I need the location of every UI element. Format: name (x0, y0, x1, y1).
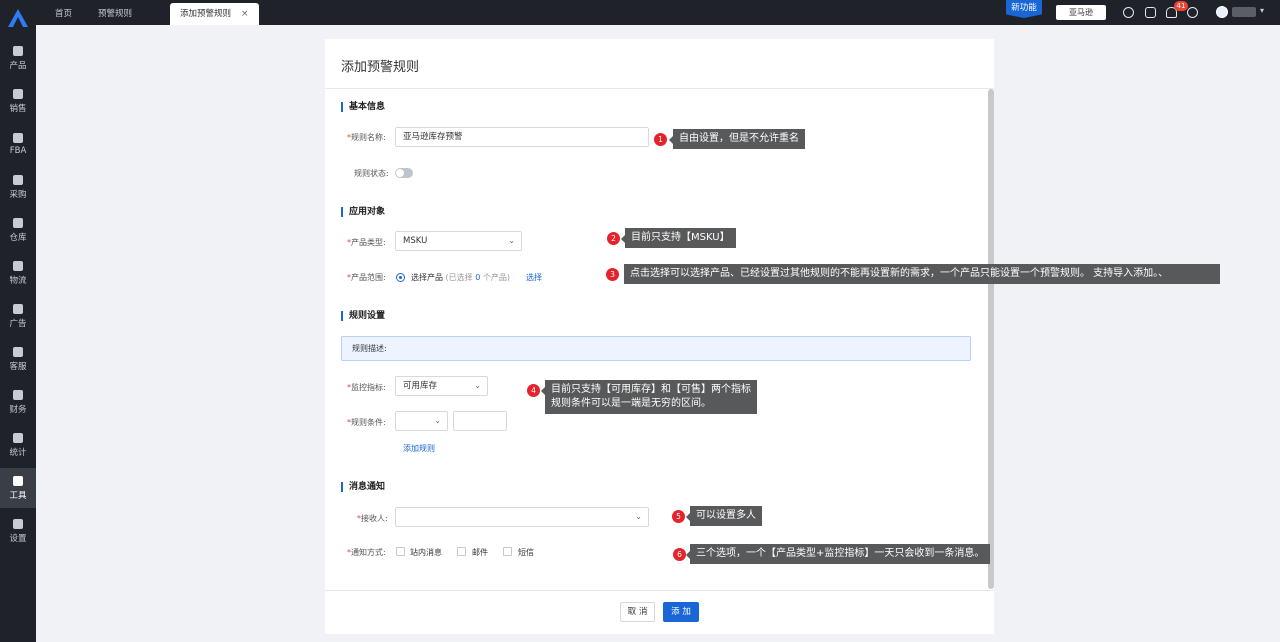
condition-label: *规则条件: (347, 418, 386, 427)
annotation-note: 可以设置多人 (686, 506, 762, 526)
condition-value-input[interactable] (453, 411, 507, 431)
chevron-down-icon: ⌄ (474, 381, 481, 390)
sms-checkbox[interactable] (503, 547, 512, 556)
rule-status-toggle[interactable] (395, 168, 413, 178)
in-site-message-label: 站内消息 (410, 548, 442, 557)
user-name-blurred[interactable] (1232, 7, 1256, 17)
ad-icon (13, 303, 23, 314)
purchase-icon (13, 174, 23, 185)
sidebar-item-warehouse[interactable]: 仓库 (0, 210, 36, 250)
sidebar-item-service[interactable]: 客服 (0, 339, 36, 379)
condition-operator-select[interactable]: ⌄ (395, 411, 448, 431)
product-type-select[interactable]: MSKU ⌄ (395, 231, 522, 251)
finance-icon (13, 389, 23, 400)
cancel-button[interactable]: 取 消 (620, 602, 655, 622)
sidebar-item-purchase[interactable]: 采购 (0, 167, 36, 207)
sidebar-item-ad[interactable]: 广告 (0, 296, 36, 336)
annotation-number: 1 (654, 133, 667, 146)
metric-select[interactable]: 可用库存 ⌄ (395, 376, 488, 396)
add-rule-link[interactable]: 添加规则 (403, 443, 435, 454)
sidebar-item-sales[interactable]: 销售 (0, 81, 36, 121)
download-icon[interactable] (1123, 7, 1134, 18)
section-apply-target: 应用对象 (341, 207, 385, 217)
annotation-number: 2 (607, 232, 620, 245)
scrollbar[interactable] (988, 89, 994, 589)
section-basic-info: 基本信息 (341, 102, 385, 112)
receiver-select[interactable]: ⌄ (395, 507, 649, 527)
notify-method-label: *通知方式: (347, 548, 386, 557)
amazon-store-button[interactable]: 亚马逊 (1056, 5, 1106, 20)
stats-icon (13, 432, 23, 443)
email-checkbox[interactable] (457, 547, 466, 556)
annotation-number: 6 (673, 548, 686, 561)
notification-count-badge: 41 (1174, 1, 1188, 11)
receiver-label: *接收人: (357, 514, 388, 523)
annotation-number: 5 (672, 510, 685, 523)
tab-add-alert-rule[interactable]: 添加预警规则 × (170, 3, 259, 25)
help-icon[interactable] (1187, 7, 1198, 18)
annotation-note: 自由设置，但是不允许重名 (669, 129, 805, 149)
top-bar: 首页 预警规则 添加预警规则 × 新功能 亚马逊 41 ▾ (36, 0, 1280, 25)
sidebar-item-fba[interactable]: FBA (0, 124, 36, 164)
sales-icon (13, 88, 23, 99)
rule-status-label: 规则状态: (354, 169, 389, 178)
new-feature-badge[interactable]: 新功能 (1006, 0, 1042, 18)
sidebar-item-logistics[interactable]: 物流 (0, 253, 36, 293)
select-product-option: 选择产品 (已选择 0 个产品) (411, 273, 510, 282)
avatar[interactable] (1216, 6, 1228, 18)
in-site-message-checkbox[interactable] (396, 547, 405, 556)
divider (325, 590, 994, 591)
annotation-number: 3 (606, 268, 619, 281)
tab-alert-rules[interactable]: 预警规则 (88, 3, 142, 25)
chevron-down-icon: ⌄ (635, 512, 642, 521)
add-button[interactable]: 添 加 (663, 602, 699, 622)
tab-home[interactable]: 首页 (45, 3, 82, 25)
settings-icon (13, 518, 23, 529)
annotation-note: 点击选择可以选择产品、已经设置过其他规则的不能再设置新的需求，一个产品只能设置一… (624, 264, 1220, 284)
annotation-note: 目前只支持【MSKU】 (621, 228, 736, 248)
rule-name-input[interactable]: 亚马逊库存预警 (395, 127, 649, 147)
rule-description: 规则描述: (341, 336, 971, 361)
annotation-number: 4 (527, 384, 540, 397)
email-label: 邮件 (472, 548, 488, 557)
tools-icon (13, 475, 23, 486)
sidebar-item-tools[interactable]: 工具 (0, 468, 36, 508)
annotation-note: 目前只支持【可用库存】和【可售】两个指标 规则条件可以是一端是无穷的区间。 (541, 380, 757, 414)
warehouse-icon (13, 217, 23, 228)
sidebar: 产品 销售 FBA 采购 仓库 物流 广告 客服 财务 统计 工具 设置 (0, 0, 36, 642)
chevron-down-icon[interactable]: ▾ (1260, 6, 1264, 15)
fba-icon (13, 132, 23, 143)
metric-label: *监控指标: (347, 383, 386, 392)
chevron-down-icon: ⌄ (434, 416, 441, 425)
product-icon (13, 45, 23, 56)
chevron-down-icon: ⌄ (508, 236, 515, 245)
divider (325, 88, 994, 89)
select-product-radio[interactable] (396, 273, 405, 282)
select-products-link[interactable]: 选择 (526, 272, 542, 283)
sidebar-item-settings[interactable]: 设置 (0, 511, 36, 551)
bug-icon[interactable] (1145, 7, 1156, 18)
page-title: 添加预警规则 (341, 60, 420, 75)
sidebar-item-product[interactable]: 产品 (0, 38, 36, 78)
product-range-label: *产品范围: (347, 273, 386, 282)
close-icon[interactable]: × (241, 9, 249, 19)
sidebar-item-finance[interactable]: 财务 (0, 382, 36, 422)
section-rule-settings: 规则设置 (341, 311, 385, 321)
annotation-note: 三个选项，一个【产品类型+监控指标】一天只会收到一条消息。 (685, 544, 991, 564)
sidebar-item-stats[interactable]: 统计 (0, 425, 36, 465)
section-notification: 消息通知 (341, 482, 385, 492)
product-type-label: *产品类型: (347, 238, 386, 247)
logistics-icon (13, 260, 23, 271)
logo-icon[interactable] (7, 8, 29, 28)
sms-label: 短信 (518, 548, 534, 557)
rule-name-label: *规则名称: (347, 133, 386, 142)
service-icon (13, 346, 23, 357)
